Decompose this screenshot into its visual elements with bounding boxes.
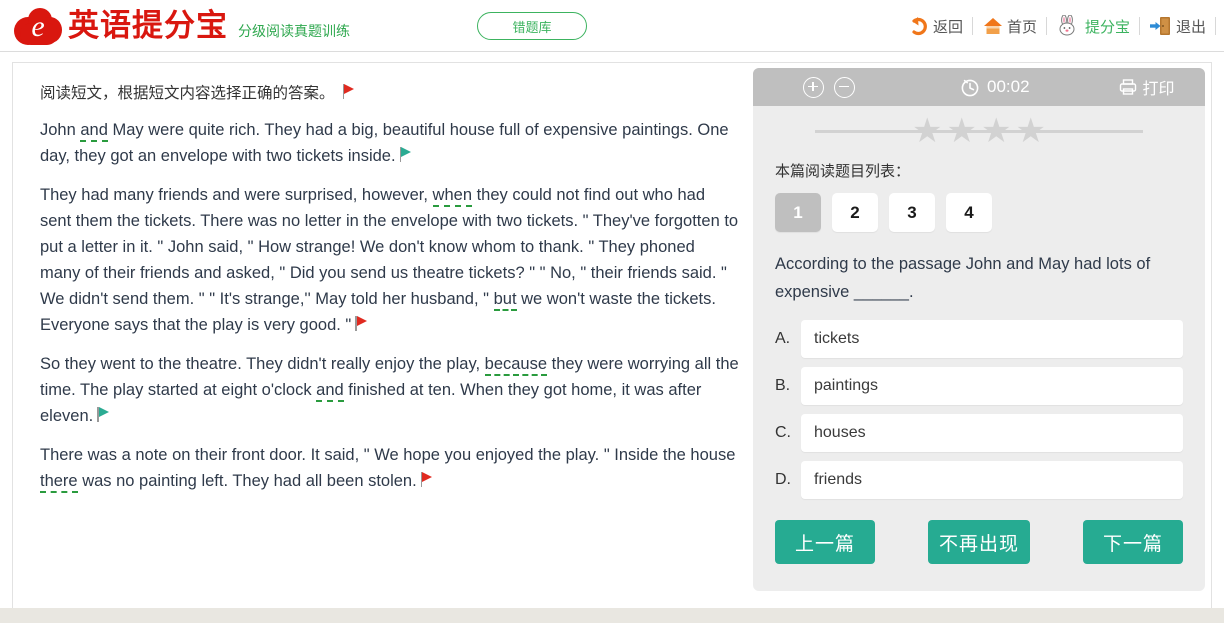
passage-text: There was a note on their front door. It… bbox=[40, 446, 736, 464]
zoom-out-icon[interactable] bbox=[834, 76, 855, 98]
passage-text: May were quite rich. They had a big, bea… bbox=[40, 121, 729, 165]
panel-body: 本篇阅读题目列表： 1234 According to the passage … bbox=[753, 156, 1205, 499]
passage-paragraph: There was a note on their front door. It… bbox=[40, 442, 739, 494]
prev-passage-button[interactable]: 上一篇 bbox=[775, 520, 875, 564]
nav-item-back[interactable]: 返回 bbox=[899, 0, 972, 52]
option-choice-d[interactable]: friends bbox=[801, 461, 1183, 499]
passage-instruction-text: 阅读短文，根据短文内容选择正确的答案。 bbox=[40, 85, 335, 102]
flag-marker-icon[interactable] bbox=[420, 472, 433, 487]
question-list-label: 本篇阅读题目列表： bbox=[775, 163, 911, 180]
brand-block: e 英语提分宝 分级阅读真题训练 bbox=[0, 7, 350, 45]
print-label: 打印 bbox=[1142, 81, 1175, 98]
content-area: 阅读短文，根据短文内容选择正确的答案。 John and May were qu… bbox=[0, 52, 1224, 612]
content-frame: 阅读短文，根据短文内容选择正确的答案。 John and May were qu… bbox=[12, 62, 1212, 610]
rating-star-icon[interactable]: ★ bbox=[1015, 114, 1045, 148]
exit-door-icon bbox=[1149, 15, 1173, 37]
option-letter: B. bbox=[775, 377, 791, 394]
brand-name: 英语提分宝 bbox=[68, 8, 228, 43]
passage-pane: 阅读短文，根据短文内容选择正确的答案。 John and May were qu… bbox=[13, 63, 753, 507]
nav-item-tifenbao[interactable]: 提分宝 bbox=[1047, 0, 1139, 52]
zoom-in-icon[interactable] bbox=[803, 76, 824, 98]
passage-paragraph: So they went to the theatre. They didn't… bbox=[40, 351, 739, 429]
question-text: According to the passage John and May ha… bbox=[775, 255, 1151, 301]
rabbit-icon bbox=[1056, 14, 1082, 37]
option-choice-b[interactable]: paintings bbox=[801, 367, 1183, 405]
passage-paragraph: John and May were quite rich. They had a… bbox=[40, 117, 739, 169]
question-panel: 00:02 打印 ★ ★ ★ ★ 本篇阅读题目列表： 1 2 3 4 Accor… bbox=[753, 68, 1205, 591]
flag-marker-icon[interactable] bbox=[355, 316, 367, 331]
wrong-question-bank-button[interactable]: 错题库 bbox=[477, 12, 587, 40]
question-number-tab-2[interactable]: 2 bbox=[832, 193, 878, 232]
grammar-underline[interactable]: there bbox=[40, 472, 78, 493]
rating-star-icon[interactable]: ★ bbox=[947, 114, 977, 148]
cloud-logo-icon: e bbox=[14, 7, 62, 45]
nav-label-tifenbao: 提分宝 bbox=[1084, 18, 1130, 36]
option-letter: D. bbox=[775, 471, 791, 488]
grammar-underline[interactable]: when bbox=[432, 186, 472, 207]
nav-item-exit[interactable]: 退出 bbox=[1140, 0, 1215, 52]
next-passage-button[interactable]: 下一篇 bbox=[1083, 520, 1183, 564]
question-number-tab-4[interactable]: 4 bbox=[946, 193, 992, 232]
top-nav: 返回 首页 提分宝 退出 bbox=[899, 0, 1216, 52]
passage-body: John and May were quite rich. They had a… bbox=[40, 117, 739, 494]
rating-star-icon[interactable]: ★ bbox=[981, 114, 1011, 148]
answer-options: A. tickets B. paintings C. houses D. friends bbox=[775, 320, 1183, 499]
grammar-underline[interactable]: but bbox=[493, 290, 517, 311]
rating-stars: ★ ★ ★ ★ bbox=[912, 114, 1046, 148]
nav-label-home: 首页 bbox=[1006, 18, 1037, 36]
answer-option-row[interactable]: B. paintings bbox=[775, 367, 1183, 405]
flag-marker-icon[interactable] bbox=[97, 407, 109, 422]
answer-option-row[interactable]: C. houses bbox=[775, 414, 1183, 452]
clock-icon bbox=[960, 77, 980, 97]
grammar-underline[interactable]: because bbox=[484, 355, 548, 376]
passage-paragraph: They had many friends and were surprised… bbox=[40, 182, 739, 338]
passage-text: was no painting left. They had all been … bbox=[77, 472, 417, 490]
bottom-strip bbox=[0, 608, 1224, 623]
flag-marker-icon[interactable] bbox=[342, 84, 355, 99]
difficulty-rating: ★ ★ ★ ★ bbox=[753, 106, 1205, 156]
answer-option-row[interactable]: D. friends bbox=[775, 461, 1183, 499]
option-letter: A. bbox=[775, 330, 791, 347]
option-letter: C. bbox=[775, 424, 791, 441]
passage-text: John bbox=[40, 121, 81, 139]
grammar-underline[interactable]: and bbox=[316, 381, 344, 402]
nav-label-back: 返回 bbox=[932, 18, 963, 36]
question-number-tab-1[interactable]: 1 bbox=[775, 193, 821, 232]
option-choice-a[interactable]: tickets bbox=[801, 320, 1183, 358]
top-header-bar: e 英语提分宝 分级阅读真题训练 错题库 返回 首页 提分宝 退出 bbox=[0, 0, 1224, 52]
logo-letter: e bbox=[31, 9, 45, 43]
print-button[interactable]: 打印 bbox=[1118, 75, 1175, 99]
answer-option-row[interactable]: A. tickets bbox=[775, 320, 1183, 358]
nav-divider bbox=[1215, 17, 1216, 35]
timer-block: 00:02 bbox=[960, 77, 1030, 97]
back-arrow-icon bbox=[908, 15, 930, 37]
question-number-tab-3[interactable]: 3 bbox=[889, 193, 935, 232]
rating-star-icon[interactable]: ★ bbox=[912, 114, 942, 148]
panel-toolbar: 00:02 打印 bbox=[753, 68, 1205, 106]
passage-text: So they went to the theatre. They didn't… bbox=[40, 355, 485, 373]
grammar-underline[interactable]: and bbox=[80, 121, 108, 142]
zoom-controls bbox=[803, 76, 855, 98]
never-show-button[interactable]: 不再出现 bbox=[928, 520, 1030, 564]
panel-action-buttons: 上一篇 不再出现 下一篇 bbox=[753, 499, 1205, 564]
nav-label-exit: 退出 bbox=[1175, 18, 1206, 36]
flag-marker-icon[interactable] bbox=[399, 147, 412, 162]
passage-instruction: 阅读短文，根据短文内容选择正确的答案。 bbox=[40, 81, 739, 107]
printer-icon bbox=[1118, 77, 1138, 97]
option-choice-c[interactable]: houses bbox=[801, 414, 1183, 452]
timer-value: 00:02 bbox=[987, 77, 1030, 96]
passage-text: They had many friends and were surprised… bbox=[40, 186, 433, 204]
nav-item-home[interactable]: 首页 bbox=[973, 0, 1046, 52]
brand-subtitle: 分级阅读真题训练 bbox=[238, 22, 350, 39]
question-number-tabs: 1234 bbox=[775, 193, 1183, 232]
home-icon bbox=[982, 15, 1004, 37]
